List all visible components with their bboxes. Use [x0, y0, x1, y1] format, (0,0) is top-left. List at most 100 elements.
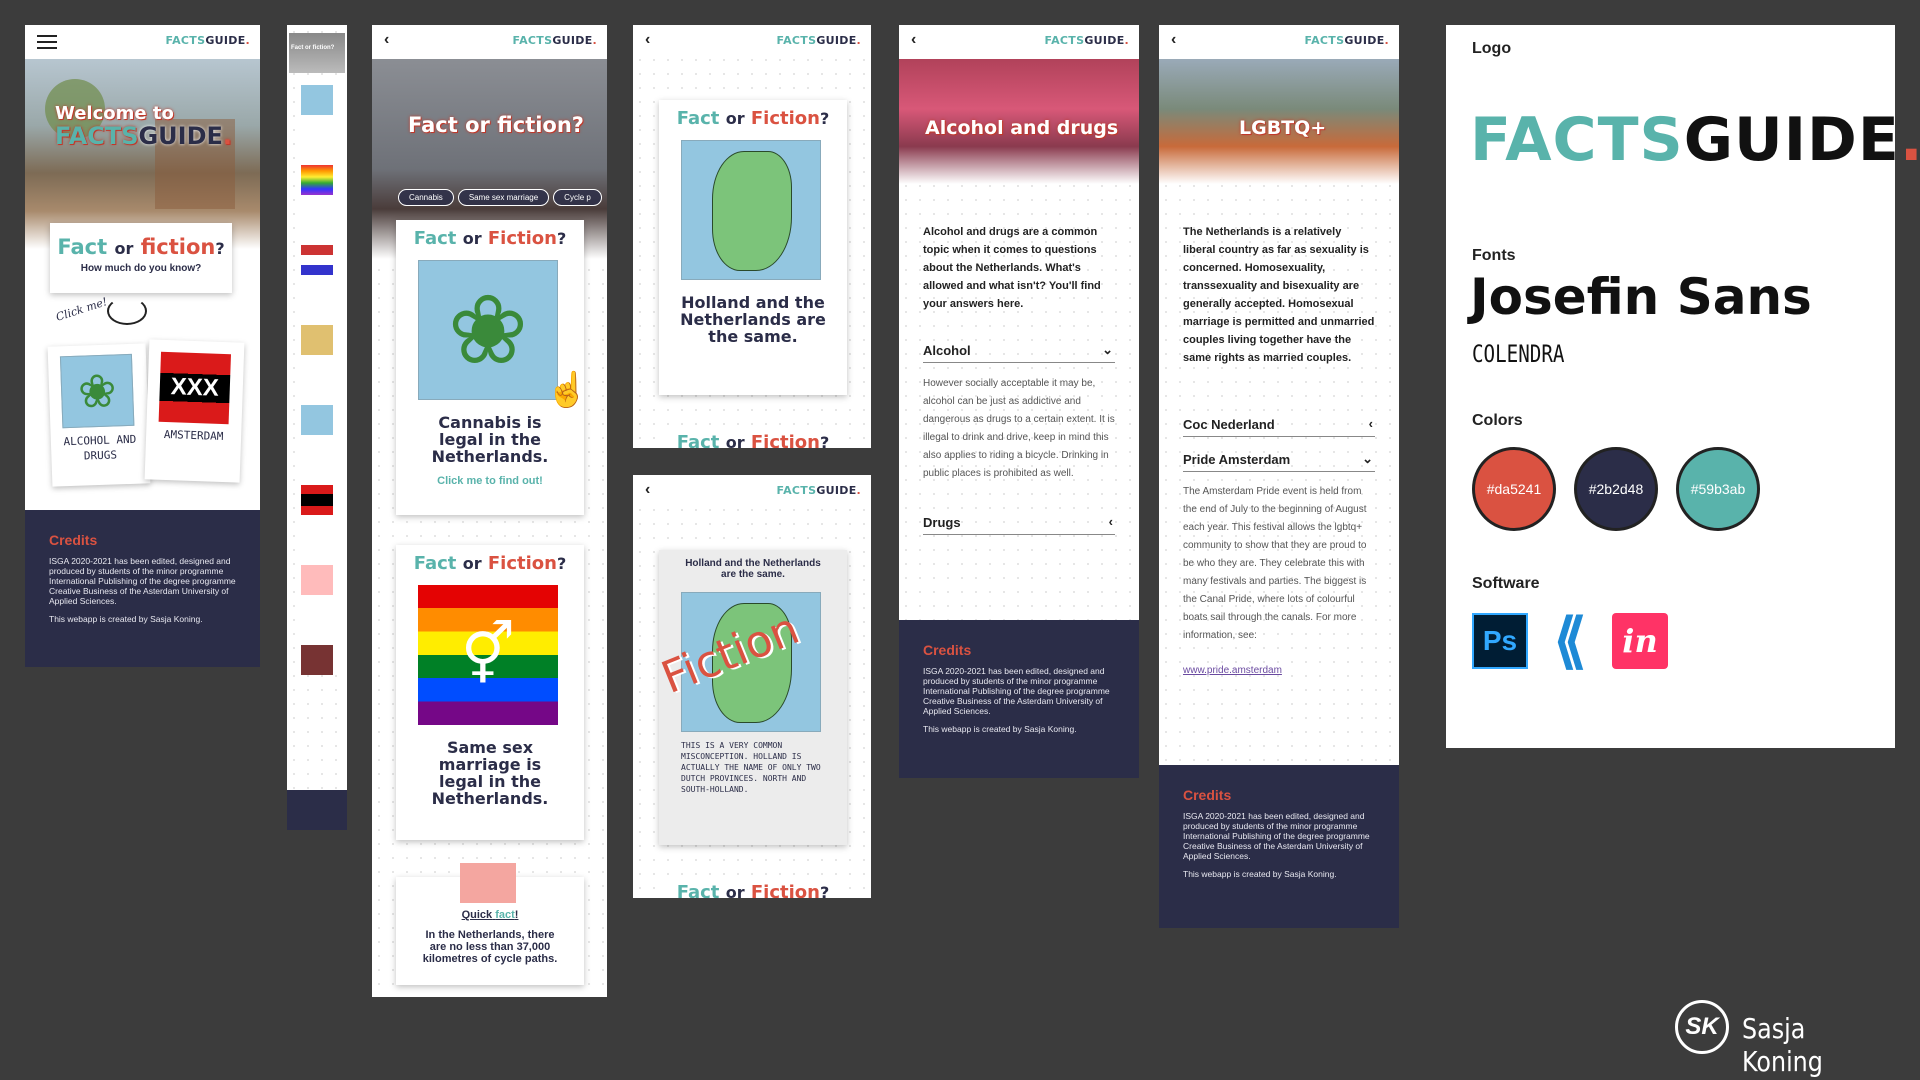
credits-section: Credits ISGA 2020-2021 has been edited, … [25, 510, 260, 667]
chevron-left-icon: ‹ [1108, 514, 1113, 529]
hero-image [25, 59, 260, 249]
credits-section: Credits ISGA 2020-2021 has been edited, … [1159, 765, 1399, 928]
quiz-card-cannabis[interactable]: Fact or Fiction? ❀ ☝ Cannabis is legal i… [396, 220, 588, 515]
page-title: Alcohol and drugs [925, 117, 1119, 139]
category-tabs: Cannabis Same sex marriage Cycle p [398, 187, 606, 206]
tile-label: ALCOHOL AND DRUGS [63, 432, 137, 463]
quick-fact-text: In the Netherlands, there are no less th… [422, 929, 558, 965]
hamburger-menu-icon[interactable] [37, 35, 57, 49]
nl-card-screen: ‹ FACTSGUIDE. Fact or Fiction? Holland a… [633, 25, 871, 448]
quiz-screen: ‹ FACTSGUIDE. Fact or fiction? Cannabis S… [372, 25, 607, 997]
credits-text: ISGA 2020-2021 has been edited, designed… [1183, 811, 1370, 861]
accordion-alcohol[interactable]: Alcohol ⌄ [923, 342, 1115, 363]
accordion-alcohol-body: However socially acceptable it may be, a… [923, 378, 1115, 479]
brand-logo[interactable]: FACTSGUIDE. [777, 34, 861, 47]
author-monogram-icon: SK [1675, 1000, 1729, 1054]
intro-text: The Netherlands is a relatively liberal … [1183, 226, 1375, 364]
credits-author: This webapp is created by Sasja Koning. [49, 614, 203, 624]
cannabis-leaf-icon: ❀ [418, 260, 558, 400]
cannabis-leaf-icon: ❀ [59, 353, 135, 429]
answer-explanation: THIS IS A VERY COMMON MISCONCEPTION. HOL… [681, 741, 821, 794]
alcohol-screen: ‹ FACTSGUIDE. Alcohol and drugs Alcohol … [899, 25, 1139, 778]
tape-decoration [460, 863, 516, 903]
quiz-title: Fact or fiction? [408, 113, 584, 137]
accordion-drugs[interactable]: Drugs ‹ [923, 514, 1115, 535]
brand-logo[interactable]: FACTSGUIDE. [166, 34, 250, 47]
netherlands-map-icon [681, 140, 821, 280]
card-statement: Holland and the Netherlands are the same… [680, 293, 826, 346]
brand-logo[interactable]: FACTSGUIDE. [777, 484, 861, 497]
swatch-teal: #59b3ab [1676, 447, 1760, 531]
answer-card: Holland and the Netherlands are the same… [655, 550, 847, 845]
brand-logo[interactable]: FACTSGUIDE. [513, 34, 597, 47]
credits-title: Credits [923, 642, 972, 658]
home-screen: FACTSGUIDE. Welcome to FACTSGUIDE. Fact … [25, 25, 260, 667]
credits-author: This webapp is created by Sasja Koning. [923, 724, 1077, 734]
quiz-card-nl[interactable]: Fact or Fiction? Holland and the Netherl… [659, 100, 847, 395]
back-chevron-icon[interactable]: ‹ [384, 31, 389, 49]
rainbow-flag-icon: ⚥ [418, 585, 558, 725]
top-bar: ‹ FACTSGUIDE. [633, 475, 871, 509]
brand-logo[interactable]: FACTSGUIDE. [1305, 34, 1389, 47]
quick-fact-title: Quick fact! [461, 909, 519, 921]
fact-or-fiction-card[interactable]: Fact or fiction? How much do you know? [50, 223, 232, 293]
card-statement: Cannabis is legal in the Netherlands. [431, 413, 549, 466]
brand-logo[interactable]: FACTSGUIDE. [1045, 34, 1129, 47]
vscode-icon: ⟪ [1553, 607, 1587, 674]
chevron-down-icon: ⌄ [1102, 342, 1113, 357]
author-name: Sasja Koning [1742, 1012, 1823, 1078]
credits-title: Credits [1183, 787, 1232, 803]
top-bar: ‹ FACTSGUIDE. [899, 25, 1139, 59]
font-sample-josefin: Josefin Sans [1470, 268, 1812, 326]
hand-pointer-icon: ☝ [546, 371, 589, 409]
page-title: LGBTQ+ [1239, 117, 1327, 139]
software-label: Software [1472, 575, 1540, 592]
colors-label: Colors [1472, 412, 1523, 429]
invision-icon: in [1612, 613, 1668, 669]
fonts-label: Fonts [1472, 247, 1516, 264]
back-chevron-icon[interactable]: ‹ [911, 31, 916, 49]
chevron-left-icon: ‹ [1368, 416, 1373, 431]
next-card-peek: Fact or Fiction? [659, 880, 847, 898]
long-page-thumbnail: Fact or fiction? [287, 25, 347, 830]
intro-text: Alcohol and drugs are a common topic whe… [923, 226, 1101, 310]
accordion-pride-body: The Amsterdam Pride event is held from t… [1183, 486, 1367, 641]
tab-cannabis[interactable]: Cannabis [398, 189, 454, 206]
pride-link[interactable]: www.pride.amsterdam [1183, 665, 1282, 676]
accordion-pride-amsterdam[interactable]: Pride Amsterdam ⌄ [1183, 451, 1375, 472]
thumbnail-title: Fact or fiction? [291, 45, 335, 51]
find-out-link[interactable]: Click me to find out! [396, 475, 584, 487]
next-card-peek: Fact or Fiction? [659, 430, 847, 448]
welcome-title: Welcome to FACTSGUIDE. [55, 103, 233, 150]
font-sample-colendra: COLENDRA [1472, 340, 1565, 368]
logo-label: Logo [1472, 40, 1512, 57]
back-chevron-icon[interactable]: ‹ [1171, 31, 1176, 49]
tile-alcohol-drugs[interactable]: ❀ ALCOHOL AND DRUGS [47, 343, 151, 487]
tile-label: AMSTERDAM [163, 427, 224, 444]
arrow-doodle-icon [107, 297, 147, 325]
quiz-card-same-sex-marriage[interactable]: Fact or Fiction? ⚥ Same sex marriage is … [396, 545, 584, 840]
click-me-hint: Click me! [54, 295, 109, 324]
chevron-down-icon: ⌄ [1362, 451, 1373, 466]
swatch-red: #da5241 [1472, 447, 1556, 531]
credits-title: Credits [49, 532, 98, 548]
back-chevron-icon[interactable]: ‹ [645, 31, 650, 49]
top-bar: ‹ FACTSGUIDE. [633, 25, 871, 59]
top-bar: FACTSGUIDE. [25, 25, 260, 59]
top-bar: ‹ FACTSGUIDE. [372, 25, 607, 59]
back-chevron-icon[interactable]: ‹ [645, 481, 650, 499]
accordion-coc-nederland[interactable]: Coc Nederland ‹ [1183, 416, 1375, 437]
swatch-navy: #2b2d48 [1574, 447, 1658, 531]
credits-section: Credits ISGA 2020-2021 has been edited, … [899, 620, 1139, 778]
nl-answer-screen: ‹ FACTSGUIDE. Holland and the Netherland… [633, 475, 871, 898]
tile-amsterdam[interactable]: XXX AMSTERDAM [144, 339, 245, 483]
credits-text: ISGA 2020-2021 has been edited, designed… [49, 556, 236, 606]
tab-cycle-paths[interactable]: Cycle p [553, 189, 602, 206]
credits-author: This webapp is created by Sasja Koning. [1183, 869, 1337, 879]
card-statement: Same sex marriage is legal in the Nether… [431, 738, 549, 808]
lgbtq-screen: ‹ FACTSGUIDE. LGBTQ+ The Netherlands is … [1159, 25, 1399, 928]
top-bar: ‹ FACTSGUIDE. [1159, 25, 1399, 59]
answer-statement: Holland and the Netherlands are the same… [685, 558, 821, 580]
card-subtitle: How much do you know? [80, 263, 202, 274]
tab-same-sex-marriage[interactable]: Same sex marriage [457, 189, 550, 206]
